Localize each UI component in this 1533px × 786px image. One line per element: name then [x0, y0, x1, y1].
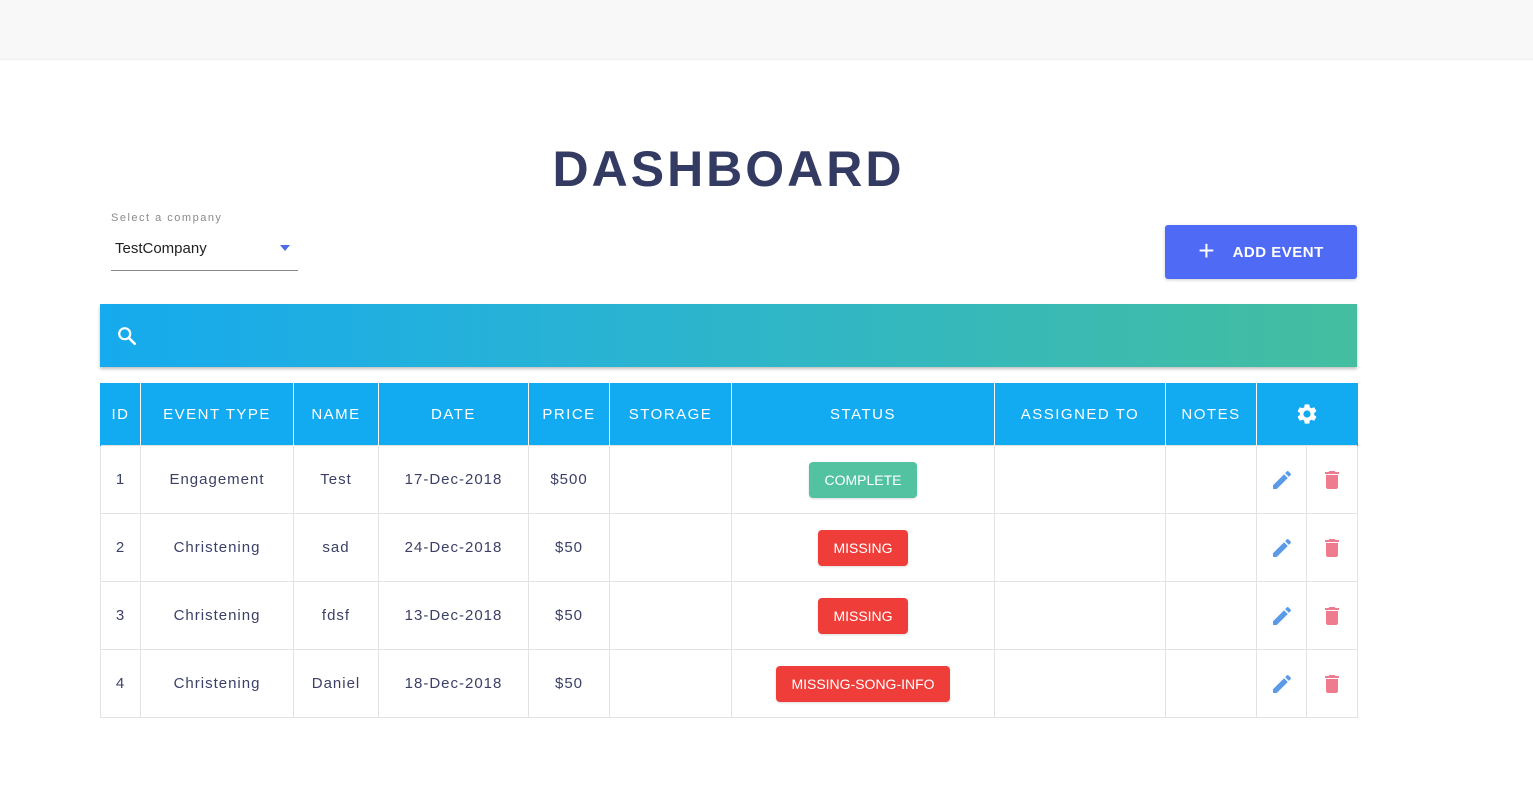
cell-event-type: Christening: [140, 581, 294, 650]
cell-storage: [609, 513, 732, 582]
cell-edit: [1256, 649, 1307, 718]
status-badge: MISSING-SONG-INFO: [776, 665, 950, 702]
cell-date: 13-Dec-2018: [378, 581, 529, 650]
cell-event-type: Christening: [140, 649, 294, 718]
cell-notes: [1165, 581, 1257, 650]
status-badge: COMPLETE: [809, 461, 917, 498]
search-bar: [100, 304, 1357, 367]
column-header-status[interactable]: STATUS: [731, 383, 995, 446]
trash-icon[interactable]: [1320, 604, 1344, 628]
add-event-button-label: ADD EVENT: [1232, 243, 1324, 261]
pencil-icon[interactable]: [1270, 604, 1294, 628]
cell-storage: [609, 649, 732, 718]
cell-name: Test: [293, 445, 379, 514]
trash-icon[interactable]: [1320, 672, 1344, 696]
column-header-storage[interactable]: STORAGE: [609, 383, 732, 446]
plus-icon: +: [1198, 235, 1215, 266]
cell-status: MISSING-SONG-INFO: [731, 649, 995, 718]
column-header-date[interactable]: DATE: [378, 383, 529, 446]
column-header-name[interactable]: NAME: [293, 383, 379, 446]
trash-icon[interactable]: [1320, 536, 1344, 560]
company-select-label: Select a company: [111, 212, 223, 224]
cell-edit: [1256, 581, 1307, 650]
cell-date: 17-Dec-2018: [378, 445, 529, 514]
cell-id: 2: [100, 513, 141, 582]
cell-notes: [1165, 445, 1257, 514]
column-header-assigned-to[interactable]: ASSIGNED TO: [994, 383, 1166, 446]
cell-storage: [609, 581, 732, 650]
table-row[interactable]: 2 Christening sad 24-Dec-2018 $50 MISSIN…: [100, 513, 1358, 582]
table-header-row: ID EVENT TYPE NAME DATE PRICE STORAGE ST…: [100, 383, 1358, 446]
table-row[interactable]: 3 Christening fdsf 13-Dec-2018 $50 MISSI…: [100, 581, 1358, 650]
search-input[interactable]: [150, 314, 1334, 359]
cell-id: 4: [100, 649, 141, 718]
table-row[interactable]: 1 Engagement Test 17-Dec-2018 $500 COMPL…: [100, 445, 1358, 514]
cell-event-type: Christening: [140, 513, 294, 582]
cell-date: 24-Dec-2018: [378, 513, 529, 582]
trash-icon[interactable]: [1320, 468, 1344, 492]
pencil-icon[interactable]: [1270, 672, 1294, 696]
cell-name: Daniel: [293, 649, 379, 718]
status-badge: MISSING: [818, 529, 908, 566]
cell-assigned-to: [994, 445, 1166, 514]
column-header-settings[interactable]: [1256, 383, 1358, 446]
cell-assigned-to: [994, 513, 1166, 582]
cell-name: fdsf: [293, 581, 379, 650]
cell-id: 3: [100, 581, 141, 650]
top-bar: [0, 0, 1533, 60]
column-header-id[interactable]: ID: [100, 383, 141, 446]
cell-notes: [1165, 513, 1257, 582]
add-event-button[interactable]: + ADD EVENT: [1165, 225, 1357, 279]
column-header-event-type[interactable]: EVENT TYPE: [140, 383, 294, 446]
cell-price: $50: [528, 649, 610, 718]
cell-assigned-to: [994, 649, 1166, 718]
gear-icon[interactable]: [1295, 402, 1319, 426]
search-icon[interactable]: [116, 325, 138, 347]
cell-event-type: Engagement: [140, 445, 294, 514]
cell-price: $50: [528, 581, 610, 650]
pencil-icon[interactable]: [1270, 536, 1294, 560]
table-row[interactable]: 4 Christening Daniel 18-Dec-2018 $50 MIS…: [100, 649, 1358, 718]
table-body: 1 Engagement Test 17-Dec-2018 $500 COMPL…: [100, 445, 1358, 718]
cell-date: 18-Dec-2018: [378, 649, 529, 718]
cell-name: sad: [293, 513, 379, 582]
cell-storage: [609, 445, 732, 514]
cell-edit: [1256, 445, 1307, 514]
cell-status: MISSING: [731, 581, 995, 650]
cell-delete: [1306, 445, 1358, 514]
caret-down-icon[interactable]: [280, 245, 290, 251]
cell-status: MISSING: [731, 513, 995, 582]
cell-status: COMPLETE: [731, 445, 995, 514]
events-table: ID EVENT TYPE NAME DATE PRICE STORAGE ST…: [100, 383, 1358, 718]
cell-delete: [1306, 581, 1358, 650]
cell-delete: [1306, 649, 1358, 718]
cell-edit: [1256, 513, 1307, 582]
pencil-icon[interactable]: [1270, 468, 1294, 492]
company-select[interactable]: Select a company TestCompany: [111, 212, 298, 271]
cell-price: $50: [528, 513, 610, 582]
page-title: DASHBOARD: [552, 141, 905, 197]
cell-id: 1: [100, 445, 141, 514]
cell-assigned-to: [994, 581, 1166, 650]
cell-delete: [1306, 513, 1358, 582]
status-badge: MISSING: [818, 597, 908, 634]
column-header-notes[interactable]: NOTES: [1165, 383, 1257, 446]
column-header-price[interactable]: PRICE: [528, 383, 610, 446]
company-select-value[interactable]: TestCompany: [115, 240, 207, 257]
cell-price: $500: [528, 445, 610, 514]
cell-notes: [1165, 649, 1257, 718]
